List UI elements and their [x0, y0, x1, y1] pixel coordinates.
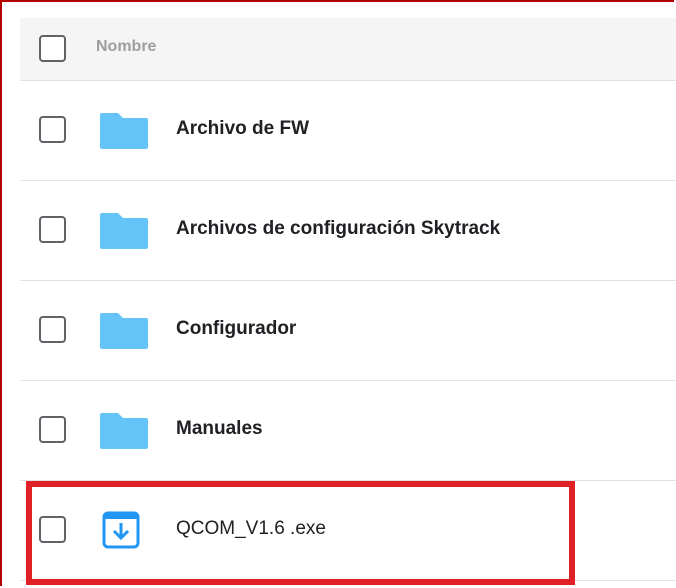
file-list: Nombre Archivo de FW Archivos de configu…: [20, 18, 676, 581]
folder-icon: [100, 213, 148, 249]
list-item[interactable]: QCOM_V1.6 .exe: [20, 481, 676, 581]
list-header: Nombre: [20, 18, 676, 81]
window-frame: Nombre Archivo de FW Archivos de configu…: [0, 0, 676, 586]
folder-icon: [100, 413, 148, 449]
row-checkbox[interactable]: [39, 216, 66, 243]
row-checkbox[interactable]: [39, 316, 66, 343]
row-checkbox[interactable]: [39, 116, 66, 143]
item-name[interactable]: Archivo de FW: [176, 118, 309, 140]
item-name[interactable]: Configurador: [176, 318, 296, 340]
folder-icon: [100, 313, 148, 349]
item-name[interactable]: QCOM_V1.6 .exe: [176, 518, 326, 540]
folder-icon: [100, 113, 148, 149]
list-item[interactable]: Configurador: [20, 281, 676, 381]
list-item[interactable]: Manuales: [20, 381, 676, 481]
column-header-name[interactable]: Nombre: [96, 38, 156, 56]
row-checkbox[interactable]: [39, 516, 66, 543]
download-file-icon: [102, 511, 140, 549]
select-all-checkbox[interactable]: [39, 35, 66, 62]
item-name[interactable]: Archivos de configuración Skytrack: [176, 218, 500, 240]
list-item[interactable]: Archivos de configuración Skytrack: [20, 181, 676, 281]
row-checkbox[interactable]: [39, 416, 66, 443]
list-item[interactable]: Archivo de FW: [20, 81, 676, 181]
item-name[interactable]: Manuales: [176, 418, 263, 440]
